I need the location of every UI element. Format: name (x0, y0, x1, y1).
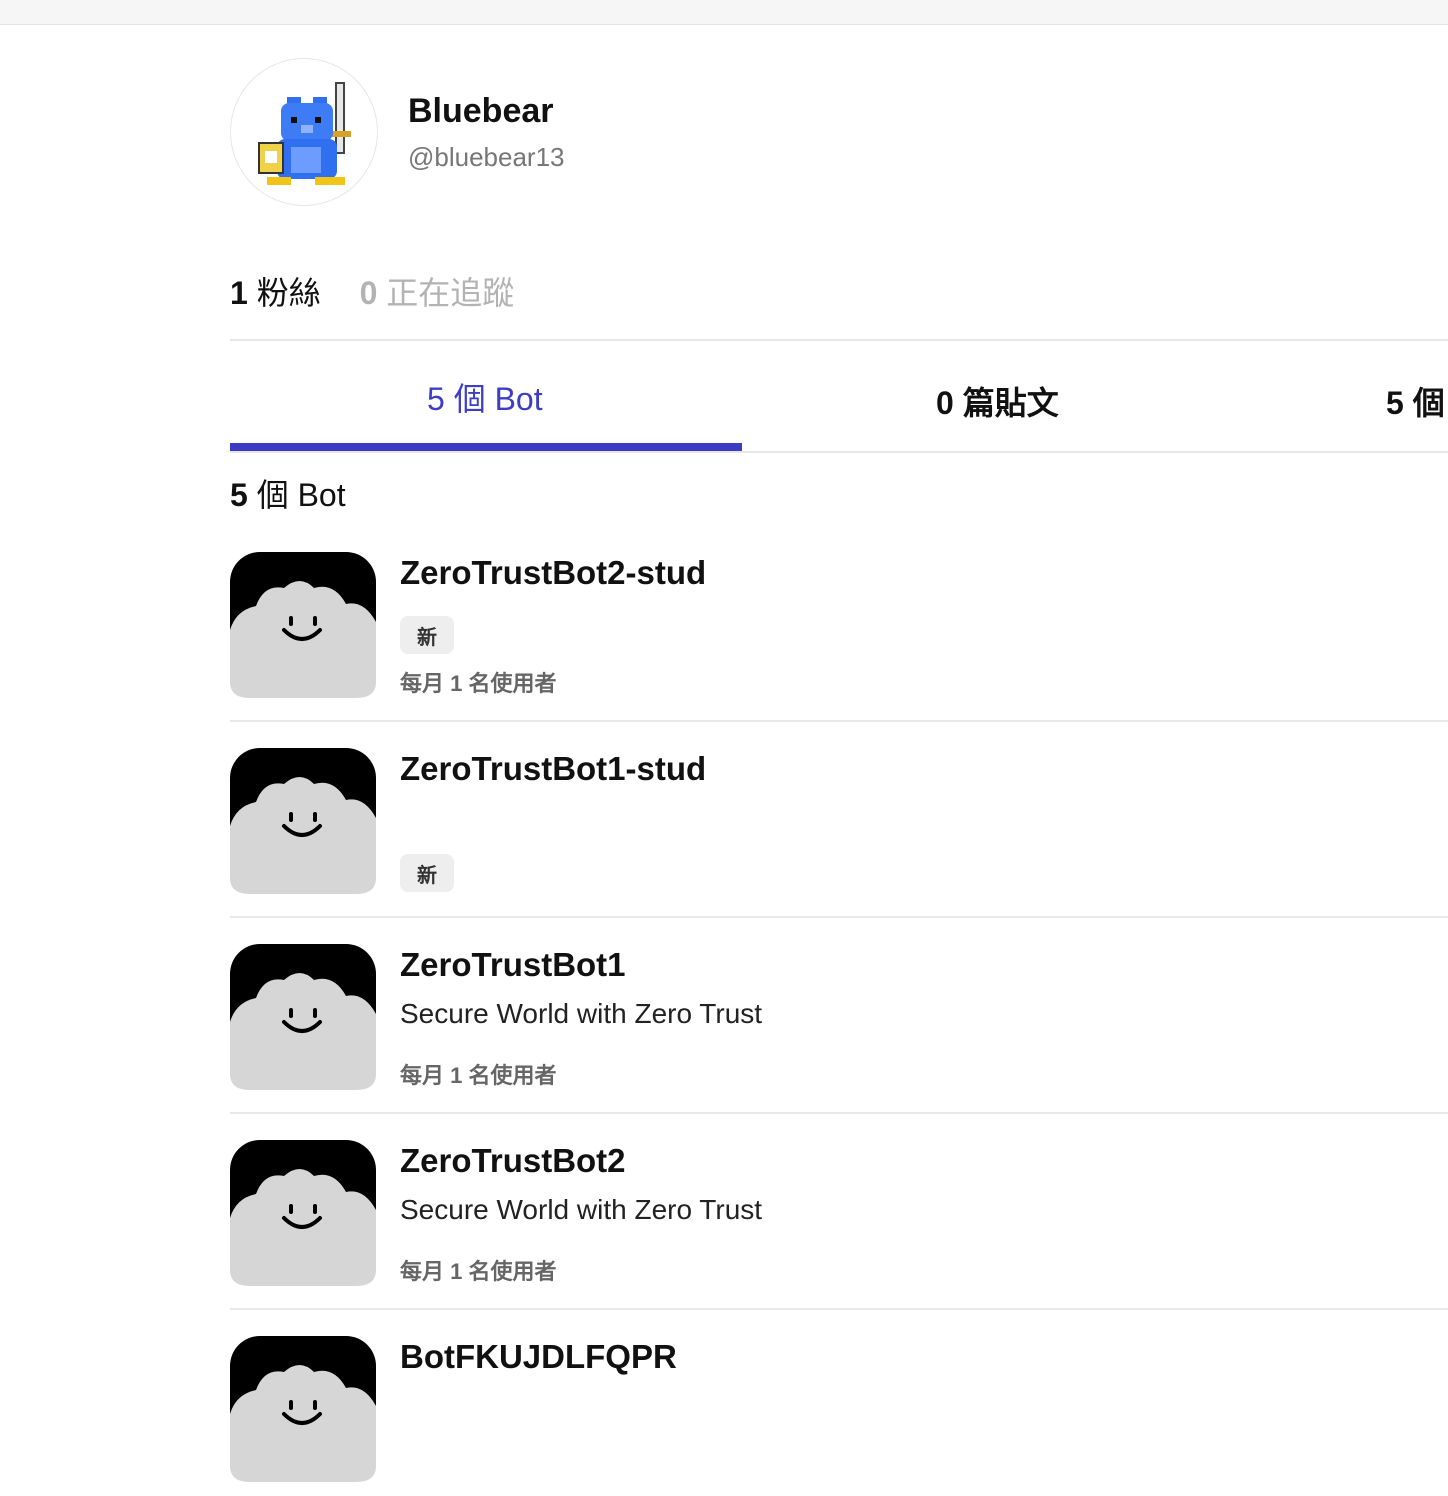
tab-third[interactable]: 5 個 (1386, 378, 1445, 424)
profile-avatar[interactable] (230, 58, 378, 206)
followers-stat[interactable]: 1 粉絲 (230, 268, 321, 314)
tabs-divider (230, 451, 1448, 453)
new-badge: 新 (400, 616, 454, 654)
new-badge: 新 (400, 854, 454, 892)
tab-posts[interactable]: 0 篇貼文 (936, 378, 1059, 424)
browser-top-bar (0, 0, 1448, 25)
followers-count: 1 (230, 275, 248, 311)
smiling-cloud-icon (230, 1140, 376, 1286)
bot-monthly-users: 每月 1 名使用者 (400, 671, 557, 696)
bot-list-item[interactable]: ZeroTrustBot1 Secure World with Zero Tru… (230, 944, 1448, 1114)
bot-name: ZeroTrustBot1 (400, 946, 626, 983)
bot-list-item[interactable]: ZeroTrustBot2-stud 新 每月 1 名使用者 (230, 552, 1448, 722)
bots-label: 個 Bot (256, 477, 346, 513)
smiling-cloud-icon (230, 944, 376, 1090)
smiling-cloud-icon (230, 552, 376, 698)
bot-name: ZeroTrustBot2-stud (400, 554, 707, 591)
bot-list-item[interactable]: ZeroTrustBot2 Secure World with Zero Tru… (230, 1140, 1448, 1310)
profile-name: Bluebear (408, 92, 554, 130)
bots-count: 5 (230, 477, 248, 513)
bot-list-item[interactable]: BotFKUJDLFQPR (230, 1336, 1448, 1486)
following-label: 正在追蹤 (386, 275, 515, 311)
bot-description: Secure World with Zero Trust (400, 998, 763, 1029)
blue-bear-knight-icon (258, 82, 351, 185)
following-count: 0 (359, 275, 378, 311)
bots-section-title: 5 個 Bot (230, 470, 346, 516)
bot-monthly-users: 每月 1 名使用者 (400, 1259, 557, 1284)
bot-description: Secure World with Zero Trust (400, 1194, 763, 1225)
profile-handle: @bluebear13 (408, 142, 565, 172)
bot-list-item[interactable]: ZeroTrustBot1-stud 新 (230, 748, 1448, 918)
bot-name: ZeroTrustBot1-stud (400, 750, 707, 787)
tab-bots[interactable]: 5 個 Bot (427, 374, 543, 420)
following-stat[interactable]: 0 正在追蹤 (360, 268, 515, 314)
profile-divider (230, 339, 1448, 341)
followers-label: 粉絲 (256, 275, 321, 311)
profile-stats: 1 粉絲 0 正在追蹤 (230, 268, 544, 314)
active-tab-indicator (230, 443, 742, 451)
bot-monthly-users: 每月 1 名使用者 (400, 1063, 557, 1088)
bot-name: BotFKUJDLFQPR (400, 1338, 677, 1375)
bot-name: ZeroTrustBot2 (400, 1142, 626, 1179)
smiling-cloud-icon (230, 748, 376, 894)
smiling-cloud-icon (230, 1336, 376, 1482)
